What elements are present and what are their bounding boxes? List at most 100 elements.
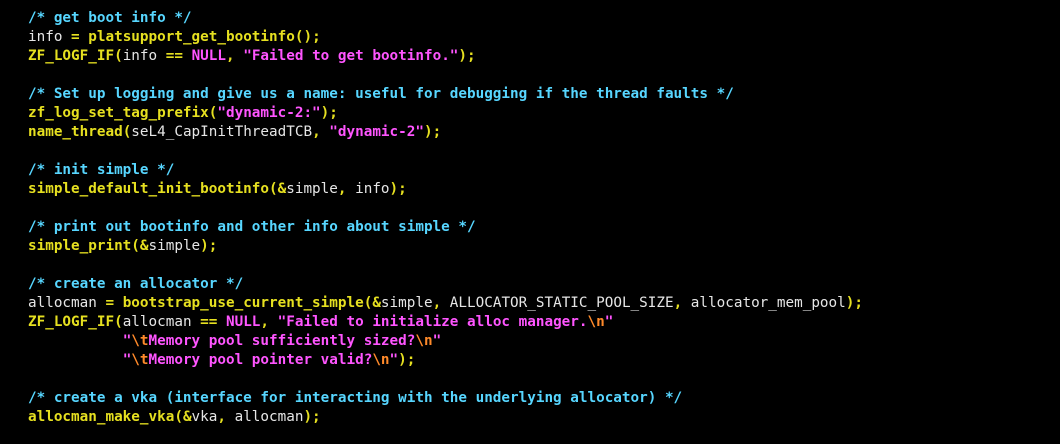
code-token-punc: (); xyxy=(294,29,321,45)
code-line: allocman_make_vka(&vka, allocman); xyxy=(28,408,321,427)
code-token-punc: ); xyxy=(458,48,476,64)
code-token-var: allocman xyxy=(122,314,201,330)
code-line: allocman = bootstrap_use_current_simple(… xyxy=(28,294,863,313)
code-line: name_thread(seL4_CapInitThreadTCB, "dyna… xyxy=(28,123,441,142)
code-token-comment: /* init simple */ xyxy=(28,162,175,178)
code-line: simple_print(&simple); xyxy=(28,237,217,256)
code-token-op: == xyxy=(165,48,183,64)
code-token-str: " xyxy=(122,352,132,368)
code-token-str: " xyxy=(389,352,399,368)
code-token-punc: , xyxy=(312,124,321,140)
code-token-fn: ZF_LOGF_IF xyxy=(28,314,115,330)
code-token-esc: \n xyxy=(587,314,605,330)
code-line: ZF_LOGF_IF(allocman == NULL, "Failed to … xyxy=(28,313,613,332)
code-line: /* create an allocator */ xyxy=(28,275,243,294)
code-token-fn: simple_default_init_bootinfo xyxy=(28,181,270,197)
code-token-comment: /* get boot info */ xyxy=(28,10,192,26)
code-token-str: "dynamic-2:" xyxy=(217,105,321,121)
code-line: info = platsupport_get_bootinfo(); xyxy=(28,28,321,47)
code-token-esc: \n xyxy=(415,333,433,349)
code-token-punc: , xyxy=(337,181,347,197)
code-token-esc: \t xyxy=(131,333,149,349)
code-token-str: Memory pool sufficiently sized? xyxy=(148,333,416,349)
code-token-var: simple xyxy=(286,181,338,197)
code-token-var xyxy=(235,48,244,64)
code-token-op: = xyxy=(71,29,80,45)
code-token-var: info xyxy=(346,181,390,197)
code-token-op: & xyxy=(372,295,381,311)
code-line: simple_default_init_bootinfo(&simple, in… xyxy=(28,180,407,199)
code-token-comment: /* print out bootinfo and other info abo… xyxy=(28,219,476,235)
code-token-fn: platsupport_get_bootinfo xyxy=(88,29,295,45)
code-token-fn: simple_print xyxy=(28,238,132,254)
code-token-punc: , xyxy=(673,295,683,311)
code-token-punc: , xyxy=(217,409,226,425)
code-token-str: " xyxy=(604,314,614,330)
code-token-str: " xyxy=(432,333,442,349)
code-token-comment: /* Set up logging and give us a name: us… xyxy=(28,86,734,102)
code-line: /* print out bootinfo and other info abo… xyxy=(28,218,476,237)
code-token-kw: NULL xyxy=(191,48,226,64)
code-token-var: seL4_CapInitThreadTCB xyxy=(131,124,313,140)
code-token-var xyxy=(28,333,123,349)
code-token-punc: , xyxy=(432,295,442,311)
code-token-punc: ); xyxy=(320,105,338,121)
code-token-punc: ); xyxy=(389,181,407,197)
code-token-var xyxy=(217,314,226,330)
code-token-str: " xyxy=(122,333,132,349)
code-token-var: info xyxy=(28,29,72,45)
code-token-op: == xyxy=(200,314,218,330)
code-token-var: simple xyxy=(380,295,433,311)
code-token-str: "dynamic-2" xyxy=(329,124,424,140)
code-token-op: & xyxy=(277,181,287,197)
code-token-punc: ); xyxy=(200,238,218,254)
code-token-op: & xyxy=(182,409,192,425)
code-token-punc: ); xyxy=(398,352,416,368)
code-token-str: Memory pool pointer valid? xyxy=(148,352,373,368)
code-token-punc: ( xyxy=(174,409,183,425)
code-token-fn: allocman_make_vka xyxy=(28,409,175,425)
code-token-fn: name_thread xyxy=(28,124,123,140)
code-token-var: info xyxy=(122,48,166,64)
code-line: ZF_LOGF_IF(info == NULL, "Failed to get … xyxy=(28,47,476,66)
code-token-esc: \t xyxy=(131,352,149,368)
code-token-punc: ( xyxy=(114,314,123,330)
code-token-punc: ( xyxy=(269,181,278,197)
code-token-punc: ( xyxy=(131,238,140,254)
code-token-var xyxy=(321,124,330,140)
code-line: /* create a vka (interface for interacti… xyxy=(28,389,682,408)
code-token-punc: ( xyxy=(114,48,123,64)
code-token-var: allocator_mem_pool xyxy=(682,295,846,311)
code-token-kw: NULL xyxy=(225,314,261,330)
code-line: /* init simple */ xyxy=(28,161,174,180)
code-line: "\tMemory pool sufficiently sized?\n" xyxy=(28,332,442,351)
code-token-str: "Failed to get bootinfo." xyxy=(243,48,459,64)
code-line: zf_log_set_tag_prefix("dynamic-2:"); xyxy=(28,104,338,123)
code-token-fn: bootstrap_use_current_simple xyxy=(122,295,364,311)
code-token-var xyxy=(183,48,192,64)
code-token-esc: \n xyxy=(372,352,390,368)
code-token-op: = xyxy=(105,295,115,311)
code-token-var xyxy=(80,29,89,45)
code-token-var xyxy=(28,352,123,368)
code-token-var: ALLOCATOR_STATIC_POOL_SIZE xyxy=(441,295,674,311)
code-token-var: allocman xyxy=(225,409,304,425)
code-token-op: & xyxy=(139,238,149,254)
code-token-punc: ); xyxy=(303,409,321,425)
code-token-punc: ( xyxy=(122,124,132,140)
code-token-punc: ); xyxy=(423,124,442,140)
code-line: /* get boot info */ xyxy=(28,9,192,28)
code-token-str: "Failed to initialize alloc manager. xyxy=(277,314,588,330)
code-token-var: simple xyxy=(148,238,201,254)
code-token-var: allocman xyxy=(28,295,106,311)
code-editor[interactable]: /* get boot info */ info = platsupport_ge… xyxy=(0,0,1060,444)
code-line: /* Set up logging and give us a name: us… xyxy=(28,85,734,104)
code-token-var xyxy=(269,314,278,330)
code-token-comment: /* create an allocator */ xyxy=(28,276,244,292)
code-token-var xyxy=(114,295,123,311)
code-line: "\tMemory pool pointer valid?\n"); xyxy=(28,351,416,370)
code-token-punc: ); xyxy=(845,295,863,311)
code-token-var: vka xyxy=(191,409,218,425)
code-token-fn: ZF_LOGF_IF xyxy=(28,48,115,64)
code-token-fn: zf_log_set_tag_prefix xyxy=(28,105,209,121)
